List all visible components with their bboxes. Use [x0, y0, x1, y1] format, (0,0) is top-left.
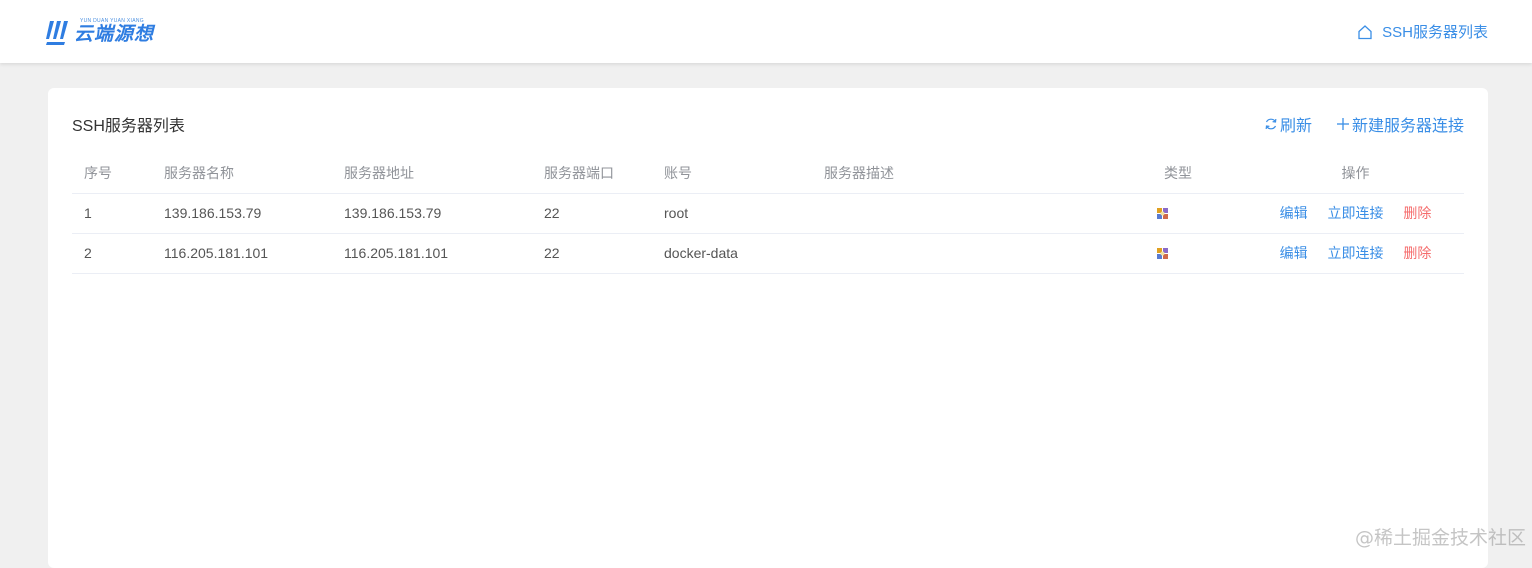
plus-icon — [1336, 117, 1350, 131]
table-header-row: 序号 服务器名称 服务器地址 服务器端口 账号 服务器描述 类型 操作 — [72, 153, 1464, 193]
top-bar: YUN DUAN YUAN XIANG 云端源想 SSH服务器列表 — [0, 0, 1532, 63]
col-server-address: 服务器地址 — [332, 153, 532, 193]
cell-description — [812, 193, 1152, 233]
cell-actions: 编辑 立即连接 删除 — [1247, 193, 1464, 233]
server-table: 序号 服务器名称 服务器地址 服务器端口 账号 服务器描述 类型 操作 1 13… — [72, 153, 1464, 274]
refresh-icon — [1264, 117, 1278, 131]
delete-button[interactable]: 删除 — [1403, 243, 1431, 263]
col-server-port: 服务器端口 — [532, 153, 652, 193]
cell-index: 1 — [72, 193, 152, 233]
refresh-button[interactable]: 刷新 — [1264, 112, 1312, 136]
col-server-name: 服务器名称 — [152, 153, 332, 193]
col-index: 序号 — [72, 153, 152, 193]
cell-actions: 编辑 立即连接 删除 — [1247, 233, 1464, 273]
cell-account: root — [652, 193, 812, 233]
col-type: 类型 — [1152, 153, 1247, 193]
cell-description — [812, 233, 1152, 273]
refresh-label: 刷新 — [1280, 112, 1312, 136]
cell-type — [1152, 193, 1247, 233]
cell-server-name: 139.186.153.79 — [152, 193, 332, 233]
delete-button[interactable]: 删除 — [1403, 203, 1431, 223]
logo-mark-icon — [46, 17, 72, 47]
home-icon — [1357, 24, 1373, 40]
nav-label: SSH服务器列表 — [1382, 21, 1488, 42]
cell-server-port: 22 — [532, 193, 652, 233]
col-account: 账号 — [652, 153, 812, 193]
cell-account: docker-data — [652, 233, 812, 273]
logo[interactable]: YUN DUAN YUAN XIANG 云端源想 — [46, 12, 154, 52]
card-header: SSH服务器列表 刷新 新建服务器连接 — [72, 112, 1464, 136]
linux-icon — [1156, 207, 1170, 221]
connect-button[interactable]: 立即连接 — [1328, 243, 1384, 263]
logo-text: 云端源想 — [74, 24, 154, 46]
col-description: 服务器描述 — [812, 153, 1152, 193]
edit-button[interactable]: 编辑 — [1280, 203, 1308, 223]
new-connection-label: 新建服务器连接 — [1352, 112, 1464, 136]
cell-index: 2 — [72, 233, 152, 273]
cell-server-address: 139.186.153.79 — [332, 193, 532, 233]
cell-type — [1152, 233, 1247, 273]
table-row: 2 116.205.181.101 116.205.181.101 22 doc… — [72, 233, 1464, 273]
page-title: SSH服务器列表 — [72, 112, 185, 136]
cell-server-port: 22 — [532, 233, 652, 273]
col-actions: 操作 — [1247, 153, 1464, 193]
table-row: 1 139.186.153.79 139.186.153.79 22 root — [72, 193, 1464, 233]
new-connection-button[interactable]: 新建服务器连接 — [1336, 112, 1464, 136]
cell-server-name: 116.205.181.101 — [152, 233, 332, 273]
connect-button[interactable]: 立即连接 — [1328, 203, 1384, 223]
nav-ssh-server-list[interactable]: SSH服务器列表 — [1357, 21, 1488, 42]
edit-button[interactable]: 编辑 — [1280, 243, 1308, 263]
linux-icon — [1156, 247, 1170, 261]
server-list-card: SSH服务器列表 刷新 新建服务器连接 — [48, 88, 1488, 568]
cell-server-address: 116.205.181.101 — [332, 233, 532, 273]
card-actions: 刷新 新建服务器连接 — [1264, 112, 1464, 136]
watermark: @稀土掘金技术社区 — [1355, 523, 1526, 550]
